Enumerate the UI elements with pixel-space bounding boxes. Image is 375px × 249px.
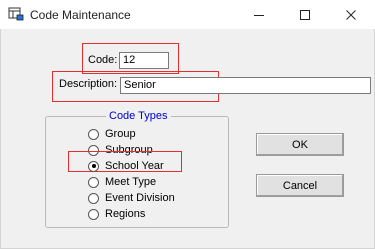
radio-label: Event Division — [105, 192, 175, 204]
maximize-icon — [300, 9, 310, 20]
app-table-icon — [8, 7, 24, 21]
radio-button[interactable] — [88, 192, 99, 204]
maximize-button[interactable] — [282, 0, 328, 29]
radio-regions[interactable]: Regions — [88, 207, 145, 221]
radio-button[interactable] — [88, 128, 99, 140]
radio-label: Group — [105, 128, 136, 140]
code-field[interactable]: 12 — [119, 52, 169, 69]
radio-meet-type[interactable]: Meet Type — [88, 175, 156, 189]
ok-button[interactable]: OK — [256, 133, 344, 156]
radio-group[interactable]: Group — [88, 127, 136, 141]
description-label: Description: — [59, 78, 118, 90]
radio-event-division[interactable]: Event Division — [88, 191, 175, 205]
radio-label: School Year — [105, 160, 164, 172]
minimize-icon — [254, 14, 264, 16]
description-field[interactable]: Senior — [120, 77, 371, 94]
radio-school-year[interactable]: School Year — [88, 159, 164, 173]
radio-button[interactable] — [88, 176, 99, 188]
radio-button-selected[interactable] — [88, 160, 99, 172]
close-icon — [346, 9, 356, 20]
code-label: Code: — [88, 54, 118, 66]
title-bar: Code Maintenance — [0, 0, 375, 29]
radio-label: Regions — [105, 208, 146, 220]
radio-label: Meet Type — [105, 176, 157, 188]
cancel-button[interactable]: Cancel — [256, 174, 344, 197]
radio-button[interactable] — [88, 208, 99, 220]
close-button[interactable] — [328, 0, 374, 29]
window-title: Code Maintenance — [30, 8, 131, 22]
code-types-title: Code Types — [106, 110, 171, 122]
minimize-button[interactable] — [236, 0, 282, 29]
